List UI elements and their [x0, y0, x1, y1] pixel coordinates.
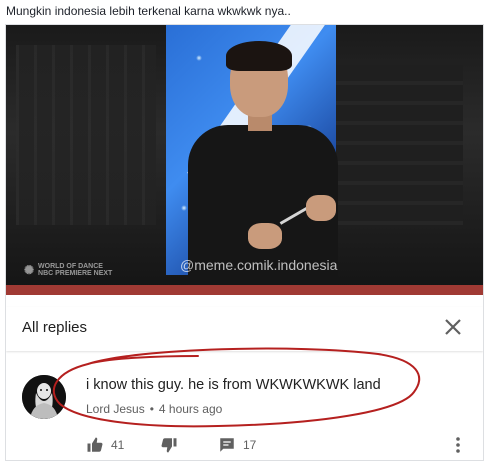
reply-count: 17 [243, 438, 257, 452]
watermark-text: @meme.comik.indonesia [180, 257, 338, 273]
stage-backdrop-left [16, 45, 156, 225]
kebab-menu-icon [456, 437, 460, 453]
like-count: 41 [111, 438, 125, 452]
close-icon [445, 319, 461, 335]
peacock-icon: ✺ [24, 262, 35, 277]
thumbs-down-icon [161, 438, 177, 453]
stage-floor [6, 285, 483, 295]
comment-author[interactable]: Lord Jesus [86, 402, 145, 416]
comment-meta: Lord Jesus • 4 hours ago [86, 402, 222, 416]
post-caption: Mungkin indonesia lebih terkenal karna w… [6, 4, 291, 18]
comment-icon [220, 438, 234, 452]
dislike-button[interactable] [160, 435, 178, 455]
meta-separator: • [149, 402, 154, 416]
screenshot-card: ✺ WORLD OF DANCE NBC PREMIERE NEXT @meme… [5, 24, 484, 461]
more-options-button[interactable] [450, 435, 466, 455]
avatar[interactable] [22, 375, 66, 419]
close-button[interactable] [441, 315, 465, 339]
replies-title: All replies [22, 319, 88, 336]
replies-header: All replies [6, 307, 483, 351]
comment-actions: 41 17 [86, 435, 466, 455]
like-button[interactable]: 41 [86, 435, 124, 455]
reply-button[interactable]: 17 [218, 435, 256, 455]
comment-time: 4 hours ago [158, 402, 223, 416]
video-frame[interactable]: ✺ WORLD OF DANCE NBC PREMIERE NEXT @meme… [6, 25, 483, 295]
comment-item: i know this guy. he is from WKWKWKWK lan… [6, 361, 483, 460]
comment-text: i know this guy. he is from WKWKWKWK lan… [86, 377, 381, 393]
network-logo: ✺ WORLD OF DANCE NBC PREMIERE NEXT [24, 262, 113, 277]
thumbs-up-icon [87, 437, 103, 452]
